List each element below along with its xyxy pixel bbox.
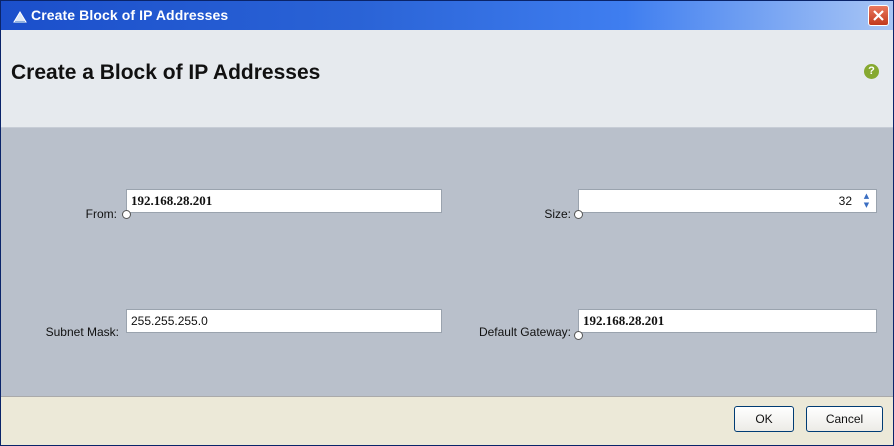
close-button[interactable]: [868, 5, 889, 26]
default-gateway-label: Default Gateway:: [478, 325, 571, 339]
default-gateway-input[interactable]: [579, 310, 876, 332]
info-icon: [122, 210, 131, 219]
app-icon: [13, 9, 27, 23]
button-bar: OK Cancel: [1, 396, 893, 445]
subnet-mask-input[interactable]: [127, 310, 441, 332]
default-gateway-field[interactable]: [578, 309, 877, 333]
from-input[interactable]: [127, 190, 441, 212]
dialog-header: Create a Block of IP Addresses ?: [1, 30, 893, 128]
subnet-mask-field[interactable]: [126, 309, 442, 333]
form-area: From: Size: ▲ ▼ Subnet Mask: Default Gat…: [1, 128, 893, 396]
spinner-down-icon[interactable]: ▼: [859, 201, 874, 210]
info-icon: [574, 331, 583, 340]
title-bar[interactable]: Create Block of IP Addresses: [1, 1, 893, 30]
cancel-button[interactable]: Cancel: [806, 406, 883, 432]
subnet-mask-label: Subnet Mask:: [45, 325, 119, 339]
spinner-up-icon[interactable]: ▲: [859, 192, 874, 201]
window-title: Create Block of IP Addresses: [31, 7, 229, 23]
size-input[interactable]: [579, 190, 876, 212]
dialog-window: Create Block of IP Addresses Create a Bl…: [0, 0, 894, 446]
size-label: Size:: [544, 207, 571, 221]
from-field[interactable]: [126, 189, 442, 213]
ok-button[interactable]: OK: [734, 406, 794, 432]
help-icon[interactable]: ?: [864, 64, 879, 79]
page-title: Create a Block of IP Addresses: [11, 61, 321, 84]
close-icon: [873, 10, 884, 21]
size-stepper[interactable]: ▲ ▼: [578, 189, 877, 213]
from-label: From:: [85, 207, 117, 221]
spinner[interactable]: ▲ ▼: [859, 192, 874, 210]
info-icon: [574, 210, 583, 219]
